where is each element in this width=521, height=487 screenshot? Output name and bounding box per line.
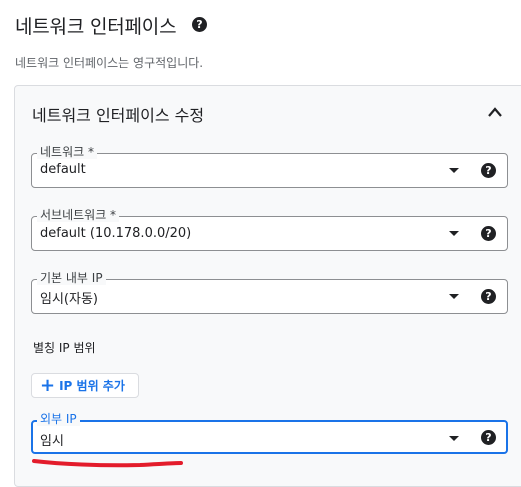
- subnetwork-value: default (10.178.0.0/20): [40, 226, 192, 241]
- add-ip-range-button[interactable]: + IP 범위 추가: [31, 373, 139, 398]
- chevron-up-icon[interactable]: [487, 106, 503, 118]
- plus-icon: +: [40, 374, 56, 396]
- add-ip-range-label: IP 범위 추가: [59, 379, 125, 393]
- network-value: default: [40, 162, 86, 177]
- dropdown-arrow-icon[interactable]: [449, 436, 459, 441]
- page-title: 네트워크 인터페이스: [15, 16, 177, 38]
- dropdown-arrow-icon[interactable]: [449, 168, 459, 173]
- help-icon[interactable]: ?: [481, 430, 496, 445]
- dropdown-arrow-icon[interactable]: [449, 231, 459, 236]
- alias-ip-range-label: 별칭 IP 범위: [33, 341, 96, 355]
- panel-title: 네트워크 인터페이스 수정: [32, 106, 205, 125]
- help-icon[interactable]: ?: [481, 163, 496, 178]
- help-icon[interactable]: ?: [481, 289, 496, 304]
- external-ip-value: 임시: [40, 434, 64, 449]
- external-ip-label: 외부 IP: [37, 412, 80, 426]
- help-icon[interactable]: ?: [481, 226, 496, 241]
- internal-ip-label: 기본 내부 IP: [37, 271, 106, 285]
- dropdown-arrow-icon[interactable]: [449, 294, 459, 299]
- subnetwork-label: 서브네트워크 *: [37, 208, 120, 222]
- external-ip-select[interactable]: [31, 420, 508, 454]
- page-subtitle: 네트워크 인터페이스는 영구적입니다.: [15, 56, 204, 70]
- help-icon[interactable]: ?: [192, 17, 207, 32]
- annotation-underline: [32, 459, 183, 468]
- internal-ip-value: 임시(자동): [40, 292, 98, 307]
- network-label: 네트워크 *: [37, 145, 97, 159]
- network-select[interactable]: [31, 153, 508, 188]
